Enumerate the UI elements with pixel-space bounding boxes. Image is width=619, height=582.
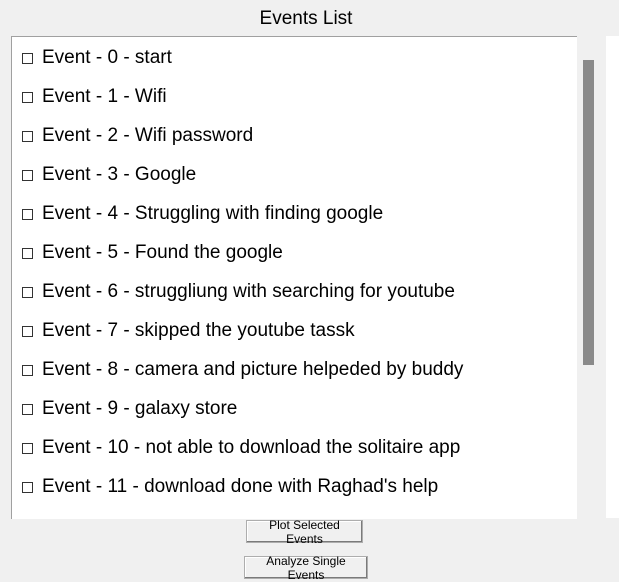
event-label: Event - 5 - Found the google [42,242,283,263]
event-label: Event - 2 - Wifi password [42,125,254,146]
list-item[interactable]: Event - 11 - download done with Raghad's… [12,472,438,502]
analyze-single-events-button[interactable]: Analyze Single Events [244,554,368,582]
event-checkbox[interactable] [22,91,33,103]
list-item[interactable]: Event - 9 - galaxy store [12,394,237,424]
event-label: Event - 0 - start [42,47,172,68]
event-checkbox[interactable] [22,52,33,64]
list-item[interactable]: Event - 0 - start [12,43,172,73]
plot-selected-events-button[interactable]: Plot Selected Events [246,518,363,546]
event-label: Event - 3 - Google [42,164,197,185]
event-checkbox[interactable] [22,481,33,493]
event-label: Event - 11 - download done with Raghad's… [42,476,439,497]
list-item[interactable]: Event - 7 - skipped the youtube tassk [12,316,355,346]
event-checkbox[interactable] [22,442,33,454]
event-label: Event - 4 - Struggling with finding goog… [42,203,384,224]
side-panel [606,36,619,518]
scrollbar-thumb[interactable] [583,60,594,365]
event-label: Event - 10 - not able to download the so… [42,437,461,458]
event-checkbox[interactable] [22,247,33,259]
list-item[interactable]: Event - 4 - Struggling with finding goog… [12,199,383,229]
events-list[interactable]: Event - 0 - start Event - 1 - Wifi Event… [11,36,577,519]
event-label: Event - 9 - galaxy store [42,398,238,419]
event-label: Event - 1 - Wifi [42,86,167,107]
event-label: Event - 7 - skipped the youtube tassk [42,320,355,341]
list-item[interactable]: Event - 8 - camera and picture helpeded … [12,355,463,385]
list-item[interactable]: Event - 10 - not able to download the so… [12,433,460,463]
list-item-partial[interactable] [12,511,42,519]
event-label: Event - 6 - struggliung with searching f… [42,281,455,302]
list-item[interactable]: Event - 6 - struggliung with searching f… [12,277,455,307]
list-scrollbar[interactable] [577,36,603,518]
page-title: Events List [259,8,353,29]
event-checkbox[interactable] [22,208,33,220]
event-checkbox[interactable] [22,364,33,376]
event-label: Event - 8 - camera and picture helpeded … [42,359,464,380]
event-checkbox[interactable] [22,169,33,181]
event-checkbox[interactable] [22,286,33,298]
list-item[interactable]: Event - 1 - Wifi [12,82,167,112]
event-checkbox[interactable] [22,130,33,142]
list-item[interactable]: Event - 5 - Found the google [12,238,283,268]
list-item[interactable]: Event - 3 - Google [12,160,196,190]
list-item[interactable]: Event - 2 - Wifi password [12,121,253,151]
event-checkbox[interactable] [22,403,33,415]
event-checkbox[interactable] [22,325,33,337]
